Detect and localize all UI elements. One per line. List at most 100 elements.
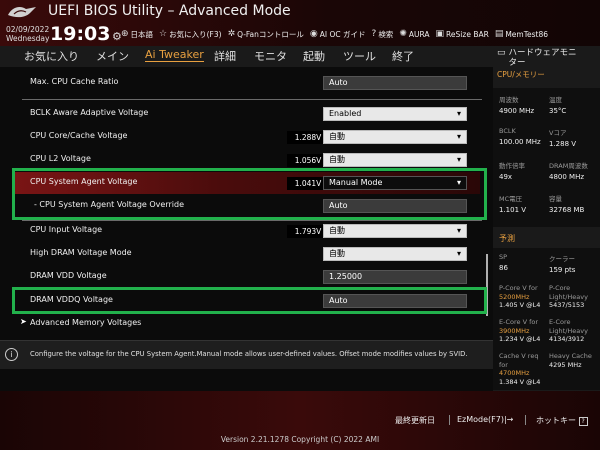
cpu-l2-voltage-dropdown[interactable]: 自動 ▾ (323, 153, 467, 167)
high-dram-voltage-mode-dropdown[interactable]: 自動 ▾ (323, 247, 467, 261)
tab-exit[interactable]: 終了 (392, 48, 414, 64)
hw-value: 1.288 V (549, 140, 577, 148)
hotkey-label: ホットキー (536, 416, 576, 425)
toolbar-label: MemTest86 (505, 29, 549, 39)
hw-header: ▭ ハードウェアモニ ター CPU/メモリー (497, 48, 600, 80)
date-text: 02/09/2022 (6, 25, 50, 34)
hw-ecore-prediction: E-Core V for 3900MHz 1.234 V @L4 (499, 318, 549, 344)
dropdown-value: 自動 (329, 226, 345, 235)
globe-icon: ⊕ (121, 29, 129, 39)
tab-boot[interactable]: 起動 (303, 48, 325, 64)
language-button[interactable]: ⊕ 日本語 (121, 29, 153, 40)
setting-high-dram-voltage-mode[interactable]: High DRAM Voltage Mode 自動 ▾ (12, 243, 480, 265)
search-button[interactable]: ? 検索 (372, 29, 394, 40)
hw-cell: クーラー 159 pts (549, 253, 599, 274)
hw-cpu-memory-block: 周波数 4900 MHz 温度 35°C BCLK 100.00 MHz Vコア… (493, 88, 600, 227)
hw-category: CPU/メモリー (497, 70, 545, 79)
divider (525, 415, 526, 425)
hw-cell: 周波数 4900 MHz (499, 94, 549, 115)
info-icon: i (5, 348, 18, 361)
hw-value: 4295 MHz (549, 360, 582, 369)
hw-label: P-Core Light/Heavy (549, 284, 588, 301)
hw-cell: 温度 35°C (549, 94, 599, 115)
dropdown-value: Enabled (329, 109, 362, 118)
setting-label: High DRAM Voltage Mode (30, 248, 132, 257)
tab-main[interactable]: メイン (96, 48, 129, 64)
hw-value: 4800 MHz (549, 173, 585, 181)
hw-label: 動作倍率 (499, 162, 525, 170)
setting-bclk-aware-voltage[interactable]: BCLK Aware Adaptive Voltage Enabled ▾ (12, 103, 480, 125)
hw-cell: Vコア 1.288 V (549, 127, 599, 148)
annotation-box-cpu-sa (12, 168, 487, 220)
cpu-input-voltage-dropdown[interactable]: 自動 ▾ (323, 224, 467, 238)
hw-pcore-prediction: P-Core V for 5200MHz 1.405 V @L4 (499, 284, 549, 310)
last-modified-button[interactable]: 最終更新日 (395, 415, 435, 426)
setting-label: DRAM VDD Voltage (30, 271, 107, 280)
date-display: 02/09/2022 Wednesday (6, 25, 49, 43)
setting-advanced-memory-voltages[interactable]: ➤ Advanced Memory Voltages (12, 313, 480, 335)
tab-favorites[interactable]: お気に入り (24, 48, 79, 64)
qfan-button[interactable]: ✲ Q-Fanコントロール (228, 29, 304, 40)
setting-max-cpu-cache-ratio[interactable]: Max. CPU Cache Ratio Auto (12, 72, 480, 94)
monitor-icon: ▭ (497, 48, 506, 58)
hw-label: 周波数 (499, 96, 519, 104)
hw-value: 5437/5153 (549, 301, 585, 309)
hw-value: 86 (499, 264, 508, 272)
tab-advanced[interactable]: 詳細 (214, 48, 236, 64)
hw-cell: DRAM周波数 4800 MHz (549, 160, 599, 181)
dropdown-value: 自動 (329, 155, 345, 164)
setting-cpu-input-voltage[interactable]: CPU Input Voltage 1.793V 自動 ▾ (12, 220, 480, 242)
hw-label: Heavy Cache (549, 352, 592, 360)
oc-icon: ◉ (309, 29, 318, 39)
max-cpu-cache-ratio-input[interactable]: Auto (323, 76, 467, 90)
tab-monitor[interactable]: モニタ (254, 48, 287, 64)
toolbar-label: 日本語 (130, 29, 154, 39)
hw-title-line2: ター (508, 58, 526, 68)
rog-logo-icon (8, 7, 36, 18)
ai-oc-guide-button[interactable]: ◉ AI OC ガイド (310, 29, 366, 40)
ezmode-button[interactable]: EzMode(F7)|→ (457, 415, 513, 424)
toolbar-label: Q-Fanコントロール (237, 29, 304, 39)
setting-label: CPU L2 Voltage (30, 154, 91, 163)
clock: 19:03 (50, 23, 111, 45)
main-nav: お気に入り メイン Ai Tweaker 詳細 モニタ 起動 ツール 終了 (0, 46, 493, 67)
toolbar-label: お気に入り(F3) (169, 29, 222, 39)
setting-dram-vdd-voltage[interactable]: DRAM VDD Voltage 1.25000 (12, 266, 480, 288)
dram-vdd-voltage-input[interactable]: 1.25000 (323, 270, 467, 284)
hw-prediction-heading: 予測 (499, 234, 515, 243)
toolbar-label: AURA (408, 29, 430, 39)
hw-cell: MC電圧 1.101 V (499, 193, 549, 214)
hw-value: 49x (499, 173, 513, 181)
hw-ecore-lh: E-Core Light/Heavy 4134/3912 (549, 318, 599, 344)
tab-ai-tweaker[interactable]: Ai Tweaker (145, 48, 204, 62)
star-icon: ☆ (159, 29, 168, 39)
setting-cpu-core-cache-voltage[interactable]: CPU Core/Cache Voltage 1.288V 自動 ▾ (12, 126, 480, 148)
setting-label: CPU Input Voltage (30, 225, 103, 234)
divider (22, 99, 482, 100)
dropdown-value: 自動 (329, 132, 345, 141)
hotkey-button[interactable]: ホットキー ? (536, 415, 588, 426)
bclk-aware-dropdown[interactable]: Enabled ▾ (323, 107, 467, 121)
hw-value: 1.384 V @L4 (499, 377, 541, 386)
tab-tool[interactable]: ツール (343, 48, 376, 64)
top-header: UEFI BIOS Utility – Advanced Mode 02/09/… (0, 0, 600, 46)
resize-bar-button[interactable]: ▣ ReSize BAR (436, 29, 489, 39)
hw-freq: 5200MHz (499, 292, 530, 301)
hw-value: 4134/3912 (549, 335, 585, 343)
version-text: Version 2.21.1278 Copyright (C) 2022 AMI (220, 435, 380, 444)
hw-freq: 3900MHz (499, 326, 530, 335)
hw-label: 温度 (549, 96, 562, 104)
setting-label: Advanced Memory Voltages (30, 318, 142, 327)
hw-label: SP (499, 253, 508, 261)
hw-value: 32768 MB (549, 206, 585, 214)
hw-value: 1.405 V @L4 (499, 301, 541, 309)
annotation-box-dram-vddq (12, 287, 487, 314)
hw-label: E-Core V for (499, 318, 539, 326)
hw-label: 容量 (549, 195, 562, 203)
cpu-core-cache-voltage-dropdown[interactable]: 自動 ▾ (323, 130, 467, 144)
hw-value: 1.234 V @L4 (499, 335, 541, 343)
aura-button[interactable]: ✺ AURA (399, 29, 429, 39)
memtest-button[interactable]: ▤ MemTest86 (495, 29, 548, 39)
favorites-button[interactable]: ☆ お気に入り(F3) (159, 29, 222, 40)
divider (449, 415, 450, 425)
